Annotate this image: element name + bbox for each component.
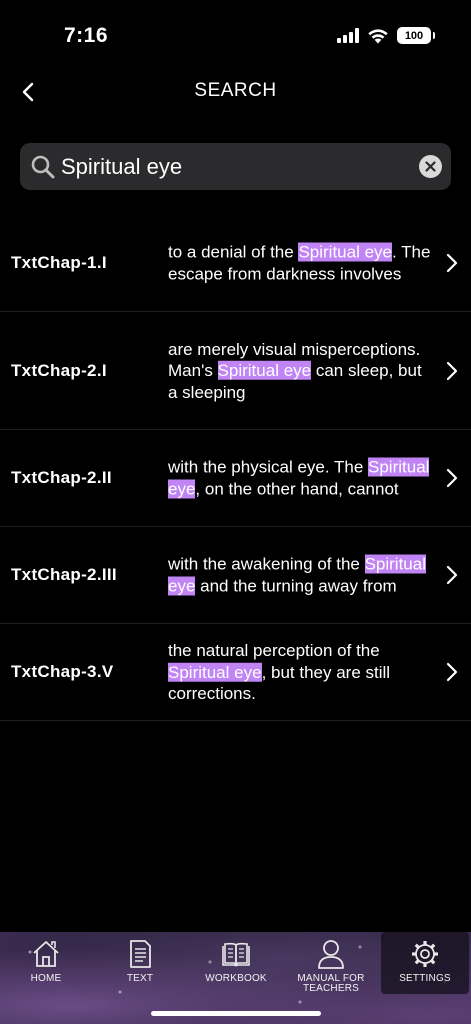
tab-text[interactable]: TEXT <box>100 932 180 994</box>
snippet-highlight: Spiritual eye <box>298 242 392 262</box>
result-chapter: TxtChap-3.V <box>11 662 114 681</box>
wifi-icon <box>368 28 388 43</box>
tab-home[interactable]: HOME <box>6 932 86 994</box>
result-row[interactable]: TxtChap-2.II with the physical eye. The … <box>0 430 471 527</box>
snippet-text: with the awakening of the <box>168 554 365 574</box>
person-icon <box>318 940 344 969</box>
result-row[interactable]: TxtChap-3.V the natural perception of th… <box>0 624 471 721</box>
tab-label: HOME <box>30 973 62 984</box>
result-chapter: TxtChap-2.II <box>11 468 112 487</box>
tab-settings[interactable]: SETTINGS <box>381 932 469 994</box>
result-snippet: the natural perception of the Spiritual … <box>168 640 433 705</box>
tab-label: SETTINGS <box>399 973 451 984</box>
snippet-text: with the physical eye. The <box>168 457 369 477</box>
results-list: TxtChap-1.I to a denial of the Spiritual… <box>0 215 471 721</box>
chevron-right-icon <box>446 468 458 488</box>
page-title: SEARCH <box>194 80 277 101</box>
chevron-right-icon <box>446 361 458 380</box>
search-input[interactable] <box>61 143 401 190</box>
search-icon <box>31 155 55 179</box>
result-snippet: with the awakening of the Spiritual eye … <box>168 554 433 597</box>
clear-search-button[interactable] <box>419 155 442 178</box>
snippet-text: and the turning away from <box>195 576 397 595</box>
result-chapter: TxtChap-1.I <box>11 253 107 272</box>
home-icon <box>33 941 59 967</box>
result-row[interactable]: TxtChap-1.I to a denial of the Spiritual… <box>0 215 471 312</box>
snippet-text: , on the other hand, cannot <box>195 479 399 498</box>
tab-label: MANUAL FOR TEACHERS <box>297 973 365 994</box>
result-row[interactable]: TxtChap-2.I are merely visual mispercept… <box>0 312 471 430</box>
result-chapter: TxtChap-2.III <box>11 565 117 584</box>
result-snippet: are merely visual misperceptions. Man's … <box>168 338 433 403</box>
result-row[interactable]: TxtChap-2.III with the awakening of the … <box>0 527 471 624</box>
status-icons: 100 <box>337 27 435 44</box>
result-chapter: TxtChap-2.I <box>11 360 107 380</box>
status-time: 7:16 <box>64 24 109 47</box>
home-indicator <box>151 1011 321 1016</box>
chevron-right-icon <box>446 253 458 273</box>
snippet-text: to a denial of the <box>168 242 299 262</box>
header: SEARCH <box>0 70 471 114</box>
tab-label: WORKBOOK <box>205 973 267 984</box>
search-box <box>20 143 451 190</box>
chevron-right-icon <box>446 565 458 585</box>
document-icon <box>130 940 151 968</box>
snippet-text: the natural perception of the <box>168 640 380 660</box>
cellular-signal-icon <box>337 28 359 43</box>
tab-workbook[interactable]: WORKBOOK <box>190 932 282 994</box>
result-snippet: with the physical eye. The Spiritual eye… <box>168 457 433 500</box>
chevron-right-icon <box>446 662 458 682</box>
result-snippet: to a denial of the Spiritual eye. The es… <box>168 242 433 285</box>
tab-label: TEXT <box>126 973 154 984</box>
gear-icon <box>412 941 438 967</box>
tab-manual-for-teachers[interactable]: MANUAL FOR TEACHERS <box>288 932 374 994</box>
book-icon <box>222 942 250 967</box>
battery-icon: 100 <box>397 27 435 44</box>
snippet-highlight: Spiritual eye <box>168 662 262 682</box>
status-bar: 7:16 100 <box>0 0 471 70</box>
close-icon <box>425 161 436 172</box>
snippet-highlight: Spiritual eye <box>217 360 312 380</box>
